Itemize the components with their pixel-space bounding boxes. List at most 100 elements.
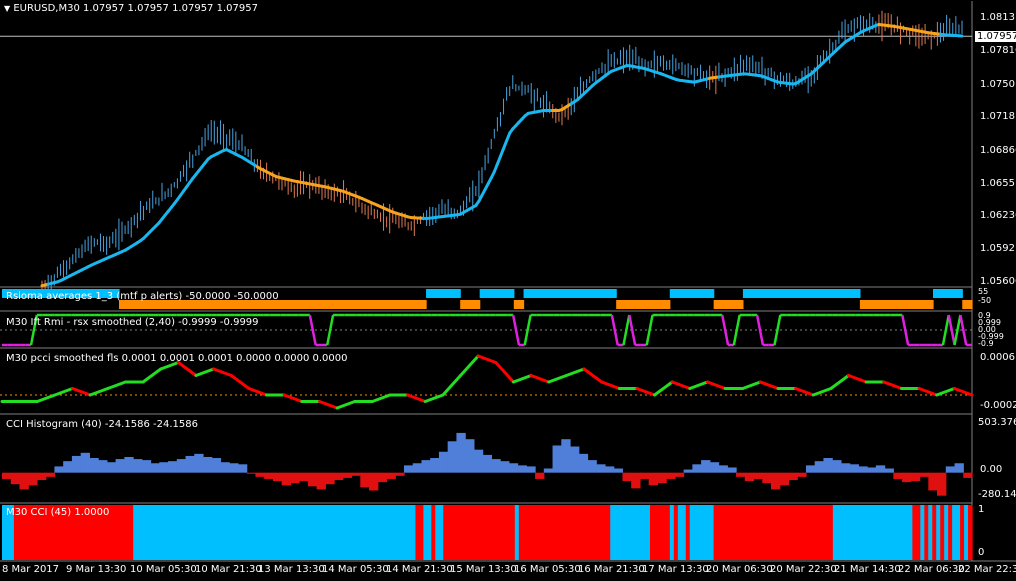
cci45-state-bar (157, 505, 162, 560)
cci45-state-bar (677, 505, 683, 560)
x-tick: 17 Mar 13:30 (642, 564, 709, 575)
rsioma-bar (742, 289, 749, 298)
cci45-state-bar (832, 505, 838, 560)
cci45-state-bar (292, 505, 297, 560)
rsioma-bar (391, 300, 398, 309)
y-tick: 0.00 (980, 464, 1003, 475)
cci-histogram-bar (325, 472, 335, 485)
cci-histogram-bar (709, 462, 720, 473)
pcci-line-segment (88, 387, 110, 397)
chart-menu-arrow-icon[interactable]: ▼ (4, 4, 10, 13)
rsioma-bar (479, 289, 486, 298)
rsioma-bar (772, 289, 778, 298)
cci45-state-bar (419, 505, 424, 560)
rsioma-bar (328, 300, 335, 309)
cci-histogram-bar (447, 441, 458, 473)
cci-histogram-bar (438, 451, 449, 473)
cci45-state-bar (614, 505, 619, 560)
rsioma-bar (606, 289, 612, 298)
metatrader-chart-window[interactable]: ▼ EURUSD,M30 1.07957 1.07957 1.07957 1.0… (0, 0, 1016, 581)
rsioma-bar (616, 300, 622, 309)
pcci-line-segment (794, 387, 815, 397)
cci45-state-bar (924, 505, 929, 560)
rsioma-bar (357, 300, 364, 309)
x-tick: 14 Mar 05:30 (322, 564, 389, 575)
cci-histogram-bar (639, 472, 650, 479)
rsioma-bar (426, 289, 432, 298)
cci45-state-bar (494, 505, 500, 560)
cci45-state-bar (232, 505, 238, 560)
rsioma-bar (489, 289, 495, 298)
cci45-state-bar (506, 505, 512, 560)
pcci-line-segment (459, 354, 480, 377)
rsioma-bar (650, 300, 656, 309)
cci45-state-bar (347, 505, 353, 560)
rsioma-bar (494, 289, 500, 298)
rsioma-bar (547, 289, 554, 298)
rsioma-bar (474, 300, 481, 309)
rsioma-bar (747, 289, 754, 298)
pcci-line-segment (705, 380, 727, 390)
cci45-state-bar (805, 505, 810, 560)
y-tick: -0.0002 (980, 400, 1016, 411)
cci-histogram-bar (753, 472, 763, 479)
cci45-state-bar (172, 505, 178, 560)
cci45-state-bar (673, 505, 679, 560)
x-tick: 8 Mar 2017 (2, 564, 60, 575)
cci45-state-bar (820, 505, 826, 560)
rsioma-bar (796, 289, 802, 298)
rsioma-bar (416, 300, 422, 309)
cci45-state-bar (415, 505, 421, 560)
rsioma-bar (850, 289, 856, 298)
cci-histogram-bar (185, 455, 195, 473)
pcci-line-segment (741, 380, 762, 390)
pcci-line-segment (635, 387, 657, 397)
pcci-line-segment (829, 374, 851, 390)
cci45-state-bar (622, 505, 627, 560)
cci45-state-bar (649, 505, 655, 560)
rsioma-bar (825, 289, 832, 298)
cci45-state-bar (256, 505, 262, 560)
cci45-state-bar (852, 505, 858, 560)
cci45-state-bar (490, 505, 496, 560)
cci-histogram-bar (858, 466, 868, 473)
cci45-state-bar (745, 505, 750, 560)
cci45-state-bar (343, 505, 349, 560)
rsioma-bar (621, 300, 627, 309)
cci-histogram-bar (893, 472, 903, 479)
y-tick: 1.07816 (980, 45, 1016, 56)
rsioma-bar (508, 289, 515, 298)
cci45-state-bar (916, 505, 921, 560)
cci45-state-bar (252, 505, 258, 560)
cci45-state-bar (483, 505, 488, 560)
cci45-state-bar (550, 505, 556, 560)
cci45-state-bar (487, 505, 492, 560)
cci45-state-bar (884, 505, 890, 560)
cci45-state-bar (526, 505, 532, 560)
cci-histogram-bar (657, 472, 667, 484)
rsioma-bar (611, 289, 617, 298)
cci45-state-bar (681, 505, 687, 560)
cci-histogram-bar (613, 468, 624, 473)
pcci-line-segment (600, 380, 621, 390)
cci-histogram-bar (150, 463, 160, 473)
ift-line-segment (721, 314, 730, 346)
y-tick: -50 (978, 296, 992, 305)
cci45-state-bar (498, 505, 504, 560)
cci45-state-bar (383, 505, 389, 560)
cci45-state-bar (582, 505, 587, 560)
cci-histogram-bar (351, 472, 361, 476)
rsioma-bar (279, 300, 286, 309)
cci-histogram-bar (89, 458, 99, 473)
cci-histogram-bar (299, 472, 309, 482)
cci45-state-bar (749, 505, 754, 560)
rsioma-bar (811, 289, 817, 298)
rsioma-bar (762, 289, 768, 298)
cci45-state-bar (618, 505, 623, 560)
cci45-state-bar (125, 505, 130, 560)
cci45-state-bar (574, 505, 580, 560)
cci-histogram-bar (80, 452, 90, 473)
rsioma-bar (694, 289, 700, 298)
cci45-panel-title: M30 CCI (45) 1.0000 (6, 507, 110, 518)
cci45-state-bar (801, 505, 806, 560)
